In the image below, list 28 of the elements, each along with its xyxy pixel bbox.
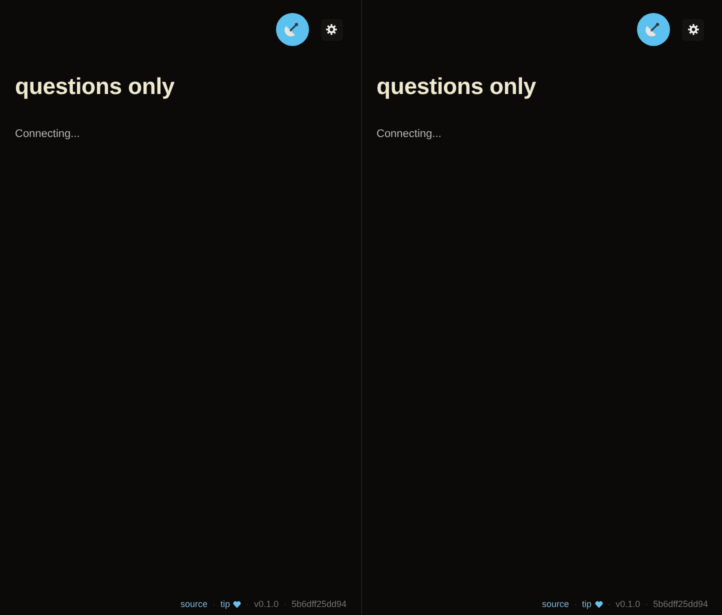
- settings-button[interactable]: [320, 18, 342, 40]
- footer-separator: ·: [608, 598, 611, 610]
- avatar-button[interactable]: [637, 13, 670, 46]
- settings-button[interactable]: [682, 18, 704, 40]
- avatar-button[interactable]: [276, 13, 308, 46]
- heart-icon: [594, 600, 603, 608]
- tip-link[interactable]: tip: [582, 598, 603, 610]
- tip-link[interactable]: tip: [220, 598, 242, 610]
- satellite-dish-icon: [276, 13, 308, 46]
- source-link[interactable]: source: [542, 598, 570, 610]
- status-text: Connecting...: [376, 127, 442, 141]
- page-title: questions only: [376, 72, 537, 100]
- settings-icon: [326, 24, 337, 35]
- footer-separator: ·: [284, 598, 287, 610]
- footer-separator: ·: [246, 598, 250, 610]
- source-link[interactable]: source: [180, 598, 208, 610]
- settings-icon: [688, 24, 698, 35]
- version-text: v0.1.0: [254, 598, 279, 610]
- version-text: v0.1.0: [616, 598, 640, 610]
- commit-hash-text: 5b6dff25dd94: [292, 598, 346, 610]
- status-text: Connecting...: [15, 127, 81, 141]
- footer-separator: ·: [574, 598, 578, 610]
- page-title: questions only: [15, 72, 176, 100]
- satellite-dish-icon: [637, 13, 670, 46]
- commit-hash-text: 5b6dff25dd94: [653, 598, 708, 610]
- footer-separator: ·: [212, 598, 216, 610]
- heart-icon: [233, 600, 242, 608]
- footer-separator: ·: [645, 598, 648, 610]
